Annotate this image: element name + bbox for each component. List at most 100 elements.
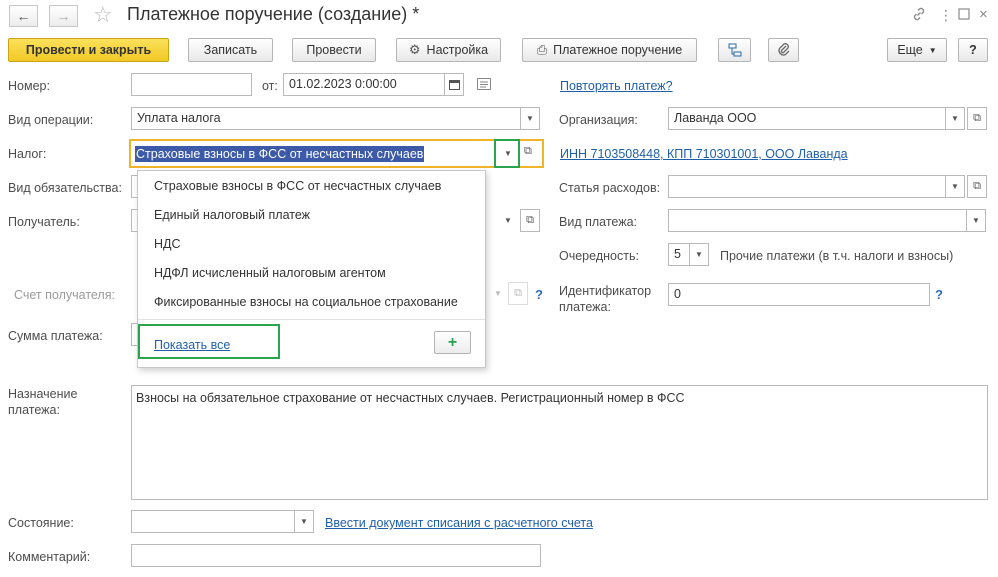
- operation-type-input[interactable]: Уплата налога: [131, 107, 521, 130]
- operation-type-dropdown[interactable]: ▼: [520, 107, 540, 130]
- tax-selected-text: Страховые взносы в ФСС от несчастных слу…: [135, 146, 425, 162]
- settings-button[interactable]: ⚙ Настройка: [396, 38, 501, 62]
- dropdown-item[interactable]: НДФЛ исчисленный налоговым агентом: [154, 266, 386, 280]
- date-input[interactable]: 01.02.2023 0:00:00: [283, 73, 445, 96]
- hierarchy-icon: [728, 43, 741, 57]
- arrow-right-icon: →: [56, 8, 71, 24]
- forward-button[interactable]: →: [49, 5, 78, 27]
- dropdown-item[interactable]: Страховые взносы в ФСС от несчастных слу…: [154, 179, 441, 193]
- dropdown-item[interactable]: Единый налоговый платеж: [154, 208, 310, 222]
- recipient-account-help-icon[interactable]: ?: [535, 287, 543, 302]
- tax-open-icon[interactable]: ⧉: [524, 145, 532, 158]
- post-and-close-button[interactable]: Провести и закрыть: [8, 38, 169, 62]
- create-new-button[interactable]: +: [434, 331, 471, 354]
- payment-identifier-input[interactable]: 0: [668, 283, 930, 306]
- favorite-star-icon[interactable]: ☆: [93, 3, 113, 27]
- organization-input[interactable]: Лаванда ООО: [668, 107, 946, 130]
- number-input[interactable]: [131, 73, 252, 96]
- post-button[interactable]: Провести: [292, 38, 376, 62]
- recipient-label: Получатель:: [8, 215, 80, 229]
- inn-kpp-link[interactable]: ИНН 7103508448, КПП 710301001, ООО Лаван…: [560, 147, 848, 161]
- dropdown-divider: [138, 319, 485, 320]
- obligation-type-label: Вид обязательства:: [8, 181, 122, 195]
- tax-input[interactable]: Страховые взносы в ФСС от несчастных слу…: [129, 139, 544, 168]
- payment-identifier-help-icon[interactable]: ?: [935, 287, 943, 302]
- payment-purpose-textarea[interactable]: Взносы на обязательное страхование от не…: [131, 385, 988, 500]
- print-payment-order-label: Платежное поручение: [553, 43, 683, 57]
- paperclip-icon: [777, 43, 789, 56]
- payment-type-dropdown[interactable]: ▼: [966, 209, 986, 232]
- payment-identifier-label-line1: Идентификатор: [559, 284, 652, 298]
- status-input[interactable]: [131, 510, 295, 533]
- dropdown-item[interactable]: НДС: [154, 237, 181, 251]
- recipient-account-label: Счет получателя:: [14, 288, 115, 302]
- organization-open-button[interactable]: ⧉: [967, 107, 987, 130]
- payment-sum-label: Сумма платежа:: [8, 329, 103, 343]
- enter-writeoff-document-link[interactable]: Ввести документ списания с расчетного сч…: [325, 516, 593, 530]
- chevron-down-icon: ▼: [972, 216, 980, 225]
- plus-icon: +: [447, 333, 458, 351]
- more-label: Еще: [897, 43, 923, 57]
- priority-label: Очередность:: [559, 249, 639, 263]
- expense-item-dropdown[interactable]: ▼: [945, 175, 965, 198]
- date-from-label: от:: [262, 79, 278, 93]
- dropdown-item[interactable]: Фиксированные взносы на социальное страх…: [154, 295, 458, 309]
- print-payment-order-button[interactable]: ⎙ Платежное поручение: [522, 38, 697, 62]
- link-icon[interactable]: [911, 6, 927, 27]
- printer-icon: ⎙: [536, 42, 548, 57]
- arrow-left-icon: ←: [16, 8, 31, 24]
- open-icon: ⧉: [526, 214, 534, 226]
- status-label: Состояние:: [8, 516, 74, 530]
- calendar-icon: [448, 80, 460, 90]
- chevron-down-icon: ▼: [526, 114, 534, 123]
- chevron-down-icon: ▼: [494, 289, 502, 298]
- expense-item-open-button[interactable]: ⧉: [967, 175, 987, 198]
- gear-icon: ⚙: [408, 42, 421, 57]
- save-label: Записать: [203, 43, 258, 57]
- maximize-icon[interactable]: [958, 6, 970, 27]
- chevron-down-icon: ▼: [928, 45, 937, 55]
- payment-type-input[interactable]: [668, 209, 967, 232]
- tax-label: Налог:: [8, 147, 47, 161]
- settings-label: Настройка: [426, 43, 489, 57]
- help-button[interactable]: ?: [958, 38, 988, 62]
- more-vert-icon[interactable]: ⋮: [939, 6, 953, 24]
- status-dropdown[interactable]: ▼: [294, 510, 314, 533]
- organization-label: Организация:: [559, 113, 638, 127]
- payment-identifier-label-line2: платежа:: [559, 300, 611, 314]
- post-label: Провести: [306, 43, 362, 57]
- help-label: ?: [969, 43, 977, 57]
- structure-button[interactable]: [718, 38, 751, 62]
- open-icon: ⧉: [973, 180, 981, 192]
- attach-button[interactable]: [768, 38, 799, 62]
- priority-dropdown[interactable]: ▼: [689, 243, 709, 266]
- more-button[interactable]: Еще ▼: [887, 38, 947, 62]
- comment-label: Комментарий:: [8, 550, 91, 564]
- priority-description: Прочие платежи (в т.ч. налоги и взносы): [720, 249, 954, 263]
- recipient-dropdown[interactable]: ▼: [498, 209, 518, 232]
- tax-dropdown-highlight: [494, 139, 520, 168]
- expense-item-label: Статья расходов:: [559, 181, 661, 195]
- calendar-button[interactable]: [444, 73, 464, 96]
- comment-input[interactable]: [131, 544, 541, 567]
- tax-dropdown-list: Страховые взносы в ФСС от несчастных слу…: [137, 170, 486, 368]
- document-list-icon[interactable]: [477, 78, 491, 93]
- priority-input[interactable]: 5: [668, 243, 690, 266]
- operation-type-label: Вид операции:: [8, 113, 94, 127]
- payment-purpose-label-line2: платежа:: [8, 403, 60, 417]
- close-icon[interactable]: ×: [979, 6, 988, 24]
- payment-purpose-text: Взносы на обязательное страхование от не…: [136, 391, 685, 405]
- repeat-payment-link[interactable]: Повторять платеж?: [560, 79, 673, 93]
- number-label: Номер:: [8, 79, 50, 93]
- chevron-down-icon: ▼: [504, 216, 512, 225]
- payment-purpose-label-line1: Назначение: [8, 387, 78, 401]
- back-button[interactable]: ←: [9, 5, 38, 27]
- recipient-account-open-button: ⧉: [508, 282, 528, 305]
- recipient-open-button[interactable]: ⧉: [520, 209, 540, 232]
- chevron-down-icon: ▼: [300, 517, 308, 526]
- chevron-down-icon: ▼: [695, 250, 703, 259]
- expense-item-input[interactable]: [668, 175, 946, 198]
- recipient-account-dropdown: ▼: [488, 282, 508, 305]
- organization-dropdown[interactable]: ▼: [945, 107, 965, 130]
- save-button[interactable]: Записать: [188, 38, 273, 62]
